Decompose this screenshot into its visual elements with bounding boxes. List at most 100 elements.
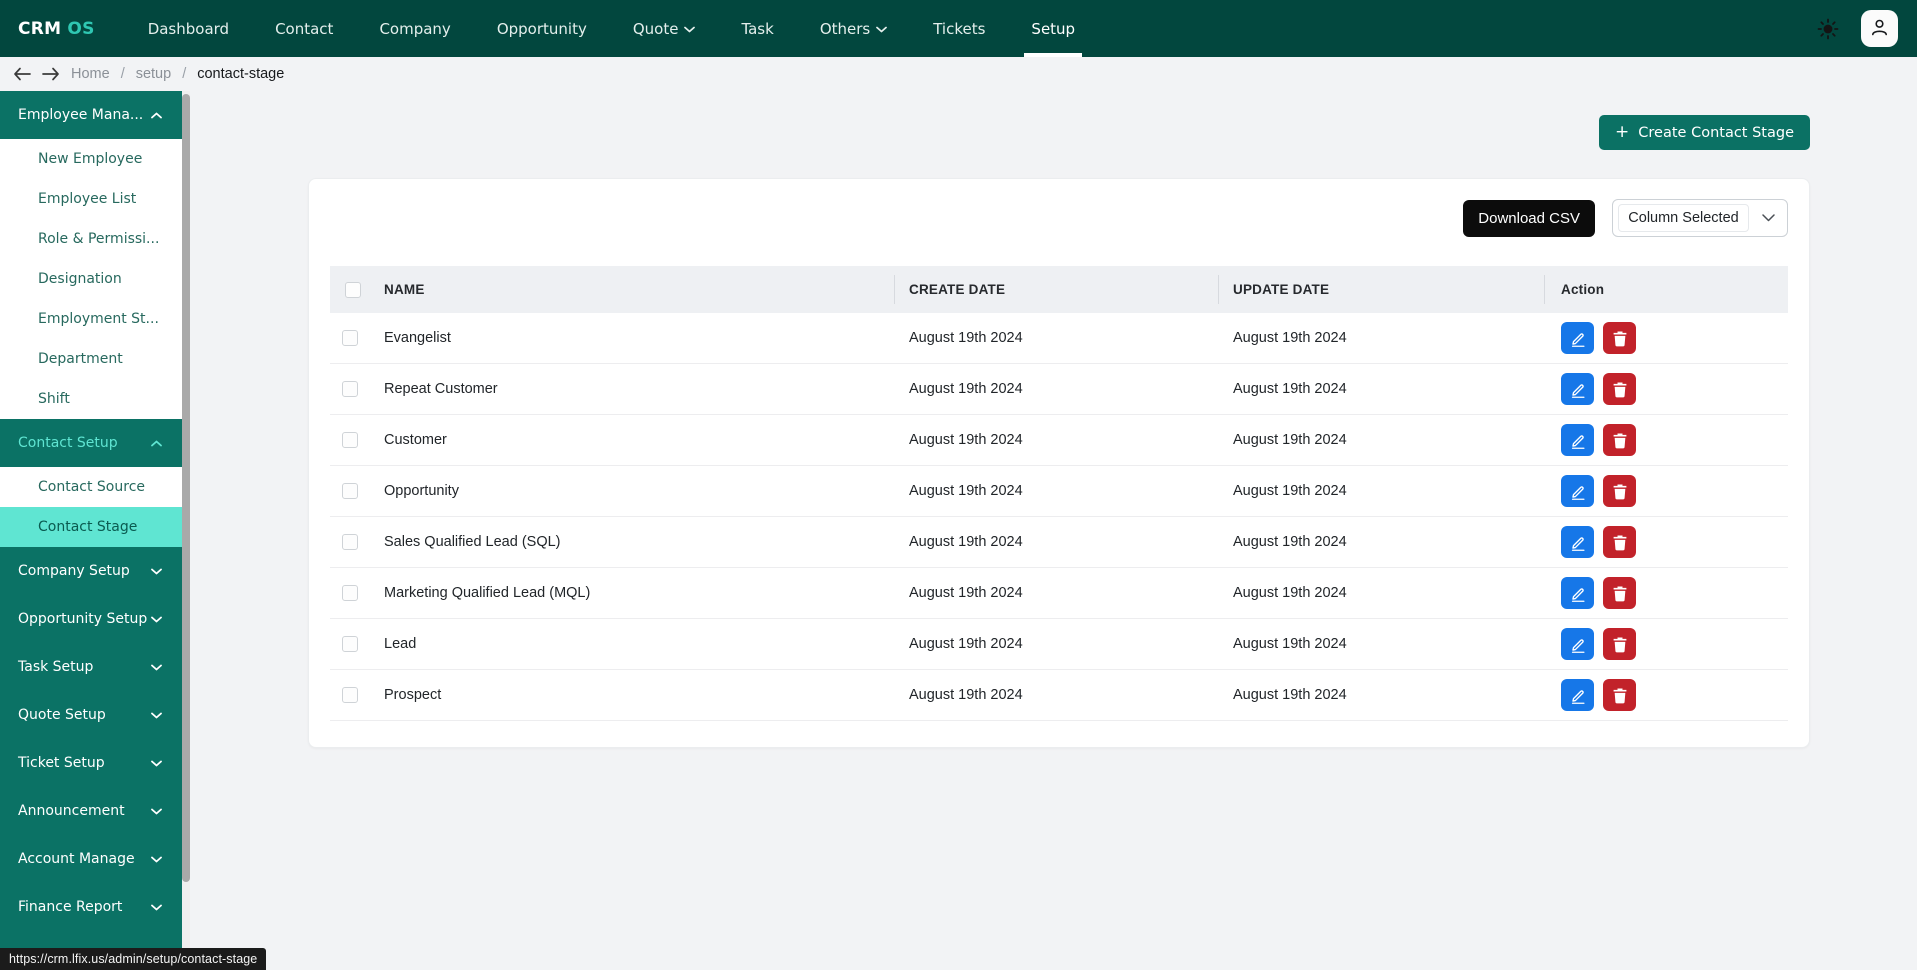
sidebar-section-account-manage[interactable]: Account Manage: [0, 835, 182, 883]
nav-item-quote[interactable]: Quote: [610, 0, 719, 57]
nav-item-company[interactable]: Company: [356, 0, 473, 57]
sidebar-section-ticket-setup[interactable]: Ticket Setup: [0, 739, 182, 787]
stage-name: Lead: [374, 636, 894, 652]
row-checkbox[interactable]: [342, 381, 358, 397]
chevron-down-icon: [151, 851, 162, 867]
sidebar-item-designation[interactable]: Designation: [0, 259, 182, 299]
chevron-up-icon: [151, 107, 162, 123]
stage-name: Prospect: [374, 687, 894, 703]
breadcrumb-setup[interactable]: setup: [136, 66, 171, 82]
delete-button[interactable]: [1603, 373, 1636, 405]
breadcrumb: Home / setup / contact-stage: [0, 57, 1917, 91]
arrow-left-icon[interactable]: [13, 67, 31, 81]
update-date: August 19th 2024: [1218, 585, 1544, 601]
row-checkbox[interactable]: [342, 636, 358, 652]
sidebar-item-shift[interactable]: Shift: [0, 379, 182, 419]
sidebar-item-contact-stage[interactable]: Contact Stage: [0, 507, 182, 547]
table-row: Marketing Qualified Lead (MQL) August 19…: [330, 568, 1788, 619]
create-date: August 19th 2024: [894, 330, 1218, 346]
row-checkbox[interactable]: [342, 483, 358, 499]
delete-button[interactable]: [1603, 628, 1636, 660]
sidebar-item-new-employee[interactable]: New Employee: [0, 139, 182, 179]
sidebar-section-employee-management[interactable]: Employee Mana...: [0, 91, 182, 139]
table-row: Evangelist August 19th 2024 August 19th …: [330, 313, 1788, 364]
sidebar-section-contact-setup[interactable]: Contact Setup: [0, 419, 182, 467]
sidebar-section-opportunity-setup[interactable]: Opportunity Setup: [0, 595, 182, 643]
delete-button[interactable]: [1603, 322, 1636, 354]
create-contact-stage-button[interactable]: + Create Contact Stage: [1599, 115, 1810, 150]
logo-crm-text: CRM: [18, 19, 61, 39]
chevron-down-icon: [876, 26, 887, 33]
delete-button[interactable]: [1603, 424, 1636, 456]
select-all-checkbox[interactable]: [345, 282, 361, 298]
nav-item-task[interactable]: Task: [718, 0, 796, 57]
stage-name: Repeat Customer: [374, 381, 894, 397]
update-date: August 19th 2024: [1218, 534, 1544, 550]
update-date: August 19th 2024: [1218, 381, 1544, 397]
edit-button[interactable]: [1561, 679, 1594, 711]
edit-button[interactable]: [1561, 577, 1594, 609]
app-logo[interactable]: CRM OS: [0, 0, 125, 57]
sidebar-section-announcement[interactable]: Announcement: [0, 787, 182, 835]
create-date: August 19th 2024: [894, 687, 1218, 703]
edit-button[interactable]: [1561, 373, 1594, 405]
download-csv-button[interactable]: Download CSV: [1463, 200, 1595, 237]
row-checkbox[interactable]: [342, 330, 358, 346]
edit-button[interactable]: [1561, 475, 1594, 507]
top-navbar: CRM OS Dashboard Contact Company Opportu…: [0, 0, 1917, 57]
sidebar-item-contact-source[interactable]: Contact Source: [0, 467, 182, 507]
sidebar-item-department[interactable]: Department: [0, 339, 182, 379]
table-row: Customer August 19th 2024 August 19th 20…: [330, 415, 1788, 466]
row-checkbox[interactable]: [342, 432, 358, 448]
nav-item-setup[interactable]: Setup: [1008, 0, 1098, 57]
sidebar-section-task-setup[interactable]: Task Setup: [0, 643, 182, 691]
create-date: August 19th 2024: [894, 381, 1218, 397]
chevron-down-icon: [151, 707, 162, 723]
chevron-up-icon: [151, 435, 162, 451]
nav-item-tickets[interactable]: Tickets: [910, 0, 1008, 57]
user-icon: [1870, 18, 1889, 40]
sidebar-item-employee-list[interactable]: Employee List: [0, 179, 182, 219]
user-profile-button[interactable]: [1861, 10, 1898, 47]
sidebar-item-employment-status[interactable]: Employment St...: [0, 299, 182, 339]
plus-icon: +: [1615, 122, 1629, 142]
edit-button[interactable]: [1561, 424, 1594, 456]
create-date: August 19th 2024: [894, 432, 1218, 448]
breadcrumb-home[interactable]: Home: [71, 66, 110, 82]
nav-item-others[interactable]: Others: [797, 0, 910, 57]
chevron-down-icon: [1749, 214, 1787, 222]
update-date: August 19th 2024: [1218, 330, 1544, 346]
table-row: Sales Qualified Lead (SQL) August 19th 2…: [330, 517, 1788, 568]
delete-button[interactable]: [1603, 577, 1636, 609]
sidebar-section-finance-report[interactable]: Finance Report: [0, 883, 182, 931]
sidebar-item-role-permission[interactable]: Role & Permissi...: [0, 219, 182, 259]
update-date: August 19th 2024: [1218, 483, 1544, 499]
sidebar-section-quote-setup[interactable]: Quote Setup: [0, 691, 182, 739]
nav-item-opportunity[interactable]: Opportunity: [474, 0, 610, 57]
delete-button[interactable]: [1603, 526, 1636, 558]
column-selected-dropdown[interactable]: Column Selected: [1612, 199, 1788, 237]
edit-button[interactable]: [1561, 628, 1594, 660]
update-date: August 19th 2024: [1218, 636, 1544, 652]
nav-item-dashboard[interactable]: Dashboard: [125, 0, 252, 57]
stage-name: Customer: [374, 432, 894, 448]
edit-button[interactable]: [1561, 526, 1594, 558]
stage-name: Sales Qualified Lead (SQL): [374, 534, 894, 550]
table-row: Opportunity August 19th 2024 August 19th…: [330, 466, 1788, 517]
sidebar-section-company-setup[interactable]: Company Setup: [0, 547, 182, 595]
delete-button[interactable]: [1603, 475, 1636, 507]
arrow-right-icon[interactable]: [42, 67, 60, 81]
chevron-down-icon: [151, 899, 162, 915]
delete-button[interactable]: [1603, 679, 1636, 711]
row-checkbox[interactable]: [342, 687, 358, 703]
breadcrumb-current: contact-stage: [197, 66, 284, 82]
contact-stage-table: NAME CREATE DATE UPDATE DATE Action Evan…: [330, 266, 1788, 721]
edit-button[interactable]: [1561, 322, 1594, 354]
nav-item-contact[interactable]: Contact: [252, 0, 356, 57]
row-checkbox[interactable]: [342, 585, 358, 601]
sidebar-scrollbar-thumb[interactable]: [182, 94, 190, 882]
row-checkbox[interactable]: [342, 534, 358, 550]
topnav-right-controls: [1815, 0, 1917, 57]
column-header-action: Action: [1544, 266, 1788, 313]
sun-icon[interactable]: [1815, 16, 1841, 42]
